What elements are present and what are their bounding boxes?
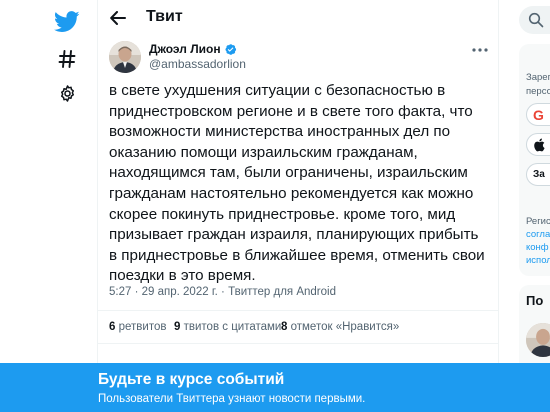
retweets-label: ретвитов [118, 321, 167, 333]
author-handle[interactable]: @ambassadorlion [149, 57, 246, 71]
terms-link[interactable]: согла [526, 229, 550, 240]
google-signup-button[interactable]: G [526, 103, 550, 126]
likes-number: 8 [281, 321, 288, 333]
gear-icon[interactable] [50, 76, 84, 110]
likes-count[interactable]: 8 отметок «Нравится» [281, 321, 399, 333]
signup-text: персо [526, 86, 550, 97]
tweet-text: в свете ухудшения ситуации с безопасност… [109, 82, 485, 285]
banner-title: Будьте в курсе событий [98, 371, 285, 388]
meta-separator: · [221, 286, 225, 298]
apple-icon [534, 138, 545, 151]
quote-tweets-label: твитов с цитатами [183, 321, 282, 333]
signup-button[interactable]: За [526, 163, 550, 186]
tweet-meta: 5:27 · 29 апр. 2022 г. · Твиттер для And… [109, 286, 336, 298]
arrow-left-icon [110, 11, 126, 25]
card-title: По [526, 293, 544, 308]
signup-banner: Будьте в курсе событий Пользователи Твит… [0, 363, 550, 412]
quote-tweets-number: 9 [174, 321, 181, 333]
apple-signup-button[interactable] [526, 133, 550, 156]
google-icon: G [533, 106, 544, 123]
cookies-link[interactable]: испол [526, 255, 550, 266]
back-button[interactable] [107, 7, 129, 29]
more-options-button[interactable] [470, 43, 490, 57]
tweet-source[interactable]: Твиттер для Android [228, 286, 336, 298]
verified-badge-icon [225, 43, 236, 55]
quote-tweets-count[interactable]: 9 твитов с цитатами [174, 321, 281, 333]
retweets-number: 6 [109, 321, 116, 333]
author-name-text: Джоэл Лион [149, 42, 221, 56]
hashtag-icon[interactable] [50, 42, 84, 76]
retweets-count[interactable]: 6 ретвитов [109, 321, 166, 333]
tweet-author: Джоэл Лион @ambassadorlion [98, 37, 498, 77]
twitter-logo-icon[interactable] [50, 5, 84, 39]
banner-subtitle: Пользователи Твиттера узнают новости пер… [98, 393, 366, 405]
tweet-time[interactable]: 5:27 [109, 286, 131, 298]
signup-text: Зарег [526, 72, 550, 83]
signup-card: Зарег персо G За Регис согла конф испол [519, 44, 550, 276]
search-input[interactable] [519, 6, 550, 34]
tweet-stats: 6 ретвитов 9 твитов с цитатами 8 отметок… [98, 310, 498, 344]
more-horizontal-icon [472, 48, 488, 52]
meta-separator: · [134, 286, 139, 298]
likes-label: отметок «Нравится» [290, 321, 400, 333]
page-header: Твит [98, 0, 498, 37]
avatar[interactable] [109, 41, 141, 73]
search-icon [528, 12, 544, 28]
privacy-link[interactable]: конф [526, 242, 549, 253]
page-title: Твит [146, 8, 183, 25]
left-nav [0, 0, 97, 412]
tweet-column: Твит Джоэл Лион @ambassadorlion в свете … [97, 0, 499, 412]
terms-text: Регис [526, 216, 550, 227]
author-name[interactable]: Джоэл Лион [149, 42, 237, 56]
right-sidebar: Зарег персо G За Регис согла конф испол … [499, 0, 550, 412]
tweet-date[interactable]: 29 апр. 2022 г. [142, 286, 218, 298]
avatar[interactable] [526, 323, 550, 357]
